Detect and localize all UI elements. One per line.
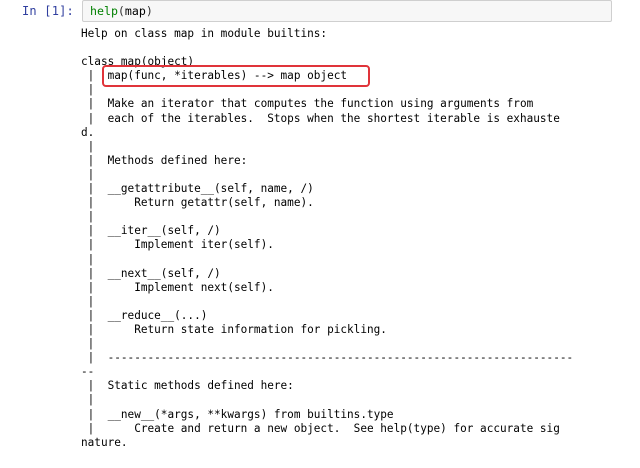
notebook-page: In [1]: help(map) Help on class map in m…	[0, 0, 640, 468]
output-line: | each of the iterables. Stops when the …	[81, 111, 560, 125]
output-line: nature.	[81, 435, 128, 449]
code-function-name: help	[90, 4, 118, 18]
output-line: | --------------------------------------…	[81, 351, 574, 365]
output-line: --	[81, 365, 95, 379]
output-line: |	[81, 139, 95, 153]
code-argument: map	[124, 4, 146, 18]
output-line: |	[81, 83, 95, 97]
output-line: | Return getattr(self, name).	[81, 196, 314, 210]
output-line: class map(object)	[81, 55, 195, 69]
cell-prompt: In [1]:	[22, 4, 74, 18]
output-line: |	[81, 294, 95, 308]
output-line: | __iter__(self, /)	[81, 224, 221, 238]
output-line: | Methods defined here:	[81, 153, 248, 167]
output-line: | __reduce__(...)	[81, 308, 208, 322]
output-line: | __new__(*args, **kwargs) from builtins…	[81, 407, 394, 421]
output-line: | Static methods defined here:	[81, 379, 294, 393]
output-line: | Make an iterator that computes the fun…	[81, 97, 534, 111]
output-line: |	[81, 337, 95, 351]
output-line: Help on class map in module builtins:	[81, 27, 328, 40]
code-line: help(map)	[90, 4, 153, 18]
output-line: |	[81, 167, 95, 181]
output-line: |	[81, 393, 95, 407]
output-line: d.	[81, 125, 95, 139]
output-line: | Implement iter(self).	[81, 238, 274, 252]
output-line: | Implement next(self).	[81, 280, 274, 294]
output-line: | Create and return a new object. See he…	[81, 421, 560, 435]
code-close-paren: )	[145, 4, 153, 18]
help-output: Help on class map in module builtins: cla…	[81, 27, 640, 450]
code-open-paren: (	[117, 4, 125, 18]
code-input-cell[interactable]: help(map)	[82, 0, 612, 22]
output-line: |	[81, 210, 95, 224]
output-line: | map(func, *iterables) --> map object	[81, 69, 348, 83]
output-line: | __getattribute__(self, name, /)	[81, 182, 314, 196]
output-line: | Return state information for pickling.	[81, 322, 387, 336]
output-line: | __next__(self, /)	[81, 266, 221, 280]
output-line: |	[81, 252, 95, 266]
